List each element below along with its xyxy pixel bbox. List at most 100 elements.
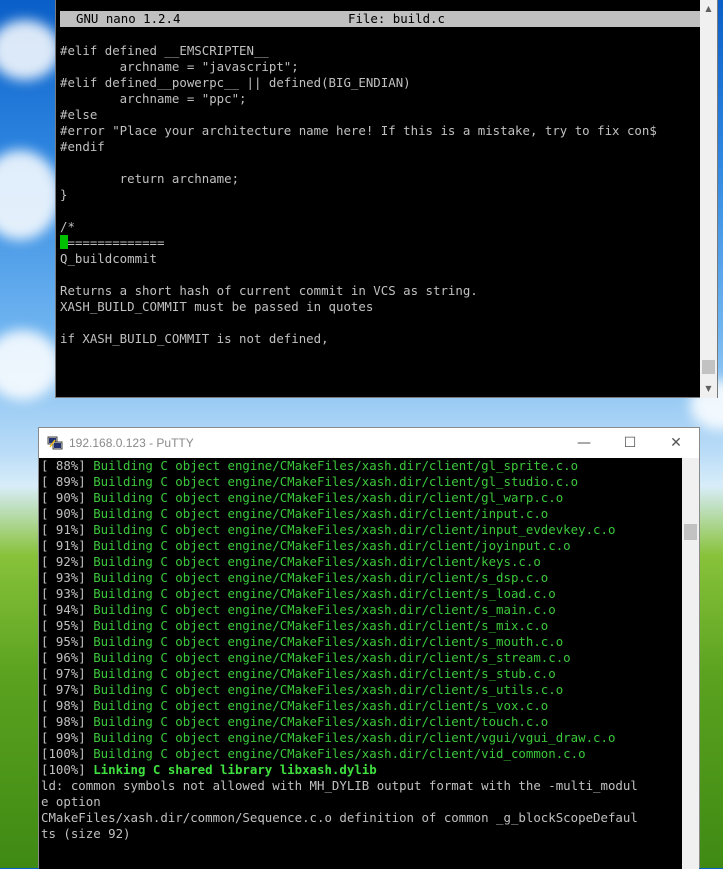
code-line: #endif xyxy=(60,139,105,154)
progress-prefix: [ 91%] xyxy=(41,538,94,553)
terminal-line-text: Building C object engine/CMakeFiles/xash… xyxy=(93,490,564,505)
terminal-line: [100%] Linking C shared library libxash.… xyxy=(41,762,638,778)
terminal-line-text: Building C object engine/CMakeFiles/xash… xyxy=(93,730,616,745)
terminal-line: [ 90%] Building C object engine/CMakeFil… xyxy=(41,490,638,506)
terminal-line-text: Building C object engine/CMakeFiles/xash… xyxy=(93,474,579,489)
scroll-thumb[interactable] xyxy=(702,360,715,374)
putty-terminal[interactable]: [ 88%] Building C object engine/CMakeFil… xyxy=(39,458,699,869)
terminal-line: [ 97%] Building C object engine/CMakeFil… xyxy=(41,682,638,698)
scroll-down-icon[interactable]: ▼ xyxy=(700,380,717,397)
terminal-line: [ 88%] Building C object engine/CMakeFil… xyxy=(41,458,638,474)
terminal-line-text: Building C object engine/CMakeFiles/xash… xyxy=(93,458,579,473)
wallpaper-cloud xyxy=(0,150,60,240)
terminal-line: [ 99%] Building C object engine/CMakeFil… xyxy=(41,730,638,746)
scroll-up-icon[interactable]: ▲ xyxy=(700,0,717,17)
terminal-line-text: Building C object engine/CMakeFiles/xash… xyxy=(93,634,564,649)
terminal-line-text: Building C object engine/CMakeFiles/xash… xyxy=(93,746,586,761)
code-line: #error "Place your architecture name her… xyxy=(60,123,657,138)
progress-prefix: [ 93%] xyxy=(41,570,94,585)
terminal-line: [ 90%] Building C object engine/CMakeFil… xyxy=(41,506,638,522)
terminal-line-text: e option xyxy=(41,794,101,809)
terminal-line-text: Building C object engine/CMakeFiles/xash… xyxy=(93,570,549,585)
progress-prefix: [ 90%] xyxy=(41,506,94,521)
close-button[interactable]: ✕ xyxy=(653,428,699,458)
progress-prefix: [ 99%] xyxy=(41,730,94,745)
terminal-line: [ 94%] Building C object engine/CMakeFil… xyxy=(41,602,638,618)
wallpaper-cloud xyxy=(0,330,60,400)
code-line: #elif defined__powerpc__ || defined(BIG_… xyxy=(60,75,411,90)
terminal-line: e option xyxy=(41,794,638,810)
terminal-line-text: Building C object engine/CMakeFiles/xash… xyxy=(93,586,556,601)
terminal-line: [ 93%] Building C object engine/CMakeFil… xyxy=(41,570,638,586)
progress-prefix: [ 97%] xyxy=(41,682,94,697)
nano-editor[interactable]: GNU nano 1.2.4 File: build.c #elif defin… xyxy=(60,8,700,396)
code-line: #elif defined __EMSCRIPTEN__ xyxy=(60,43,269,58)
terminal-line: [ 95%] Building C object engine/CMakeFil… xyxy=(41,634,638,650)
progress-prefix: [ 95%] xyxy=(41,618,94,633)
terminal-line-text: Building C object engine/CMakeFiles/xash… xyxy=(93,602,556,617)
nano-terminal-window[interactable]: GNU nano 1.2.4 File: build.c #elif defin… xyxy=(55,0,718,398)
progress-prefix: [ 98%] xyxy=(41,698,94,713)
terminal-line: [ 98%] Building C object engine/CMakeFil… xyxy=(41,714,638,730)
terminal-line-text: Building C object engine/CMakeFiles/xash… xyxy=(93,618,549,633)
code-line: return archname; xyxy=(60,171,240,186)
nano-scrollbar[interactable]: ▲ ▼ xyxy=(700,0,717,398)
nano-version: GNU nano 1.2.4 xyxy=(76,11,181,26)
code-line: } xyxy=(60,187,68,202)
minimize-button[interactable]: — xyxy=(561,428,607,458)
terminal-line-text: Building C object engine/CMakeFiles/xash… xyxy=(93,522,616,537)
terminal-line: [ 89%] Building C object engine/CMakeFil… xyxy=(41,474,638,490)
terminal-line: [ 98%] Building C object engine/CMakeFil… xyxy=(41,698,638,714)
terminal-line: ld: common symbols not allowed with MH_D… xyxy=(41,778,638,794)
terminal-line: [100%] Building C object engine/CMakeFil… xyxy=(41,746,638,762)
putty-window-title: 192.168.0.123 - PuTTY xyxy=(69,436,194,450)
terminal-line-text: Building C object engine/CMakeFiles/xash… xyxy=(93,538,571,553)
nano-shortcut-bar: ^G Get Help^O WriteOut^R Read File^Y Pre… xyxy=(60,371,700,396)
progress-prefix: [ 91%] xyxy=(41,522,94,537)
scroll-thumb[interactable] xyxy=(684,524,697,540)
code-line: archname = "javascript"; xyxy=(60,59,299,74)
terminal-line: [ 96%] Building C object engine/CMakeFil… xyxy=(41,650,638,666)
code-line: Q_buildcommit xyxy=(60,251,157,266)
progress-prefix: [ 94%] xyxy=(41,602,94,617)
progress-prefix: [ 89%] xyxy=(41,474,94,489)
putty-app-icon xyxy=(47,436,63,450)
progress-prefix: [ 97%] xyxy=(41,666,94,681)
nano-file-name: File: build.c xyxy=(348,11,445,26)
code-line: if XASH_BUILD_COMMIT is not defined, xyxy=(60,331,329,346)
terminal-line-text: Building C object engine/CMakeFiles/xash… xyxy=(93,714,549,729)
putty-window[interactable]: 192.168.0.123 - PuTTY — ☐ ✕ [ 88%] Build… xyxy=(38,427,700,869)
progress-prefix: [100%] xyxy=(41,762,94,777)
putty-scrollbar[interactable] xyxy=(682,458,699,869)
terminal-line: [ 91%] Building C object engine/CMakeFil… xyxy=(41,538,638,554)
terminal-line-text: Building C object engine/CMakeFiles/xash… xyxy=(93,698,549,713)
terminal-line-text: ts (size 92) xyxy=(41,826,131,841)
terminal-line: ts (size 92) xyxy=(41,826,638,842)
code-line: archname = "ppc"; xyxy=(60,91,247,106)
terminal-line: [ 92%] Building C object engine/CMakeFil… xyxy=(41,554,638,570)
progress-prefix: [ 93%] xyxy=(41,586,94,601)
wallpaper-cloud xyxy=(0,20,60,80)
maximize-button[interactable]: ☐ xyxy=(607,428,653,458)
progress-prefix: [ 90%] xyxy=(41,490,94,505)
nano-text-area[interactable]: #elif defined __EMSCRIPTEN__ archname = … xyxy=(60,43,657,347)
code-line: #else xyxy=(60,107,98,122)
code-line: Returns a short hash of current commit i… xyxy=(60,283,478,298)
code-line: ============= xyxy=(60,235,657,251)
text-cursor xyxy=(60,235,68,249)
putty-title-bar[interactable]: 192.168.0.123 - PuTTY — ☐ ✕ xyxy=(39,428,699,458)
progress-prefix: [ 96%] xyxy=(41,650,94,665)
terminal-line: [ 97%] Building C object engine/CMakeFil… xyxy=(41,666,638,682)
terminal-line: [ 95%] Building C object engine/CMakeFil… xyxy=(41,618,638,634)
nano-title-bar: GNU nano 1.2.4 File: build.c xyxy=(60,11,700,27)
terminal-line: CMakeFiles/xash.dir/common/Sequence.c.o … xyxy=(41,810,638,826)
terminal-line-text: Building C object engine/CMakeFiles/xash… xyxy=(93,554,541,569)
progress-prefix: [100%] xyxy=(41,746,94,761)
terminal-line-text: Building C object engine/CMakeFiles/xash… xyxy=(93,666,556,681)
terminal-line: [ 91%] Building C object engine/CMakeFil… xyxy=(41,522,638,538)
terminal-line: [ 93%] Building C object engine/CMakeFil… xyxy=(41,586,638,602)
terminal-line-text: Building C object engine/CMakeFiles/xash… xyxy=(93,650,571,665)
